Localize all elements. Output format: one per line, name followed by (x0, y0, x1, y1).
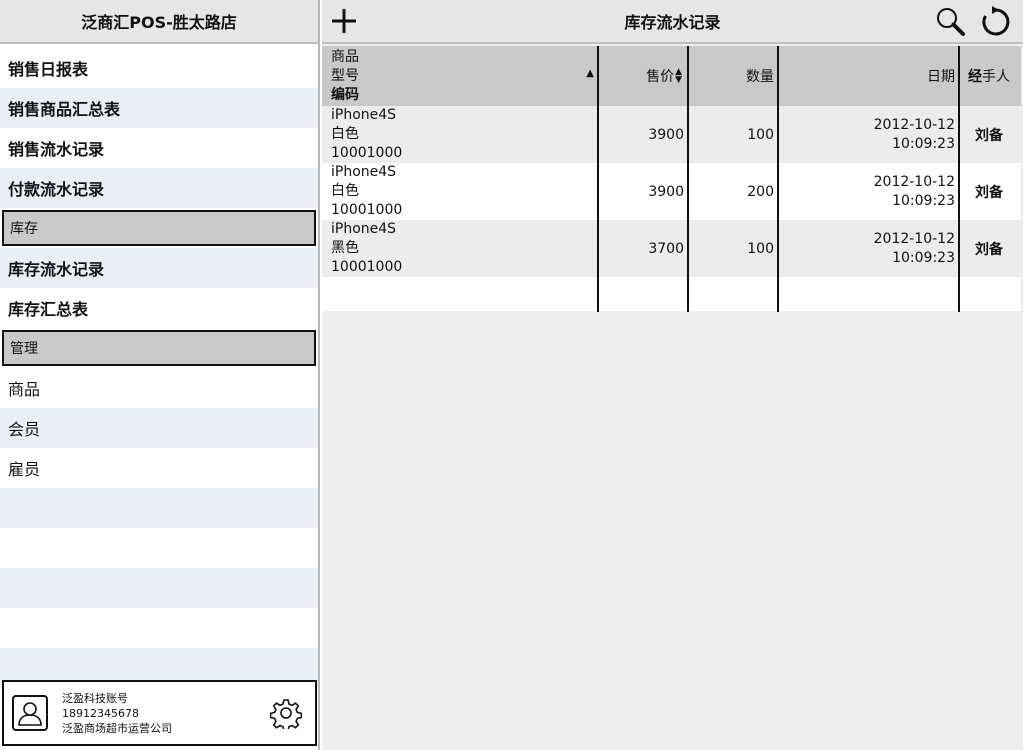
column-divider (777, 46, 779, 312)
product-code: 10001000 (331, 145, 403, 161)
account-phone: 18912345678 (62, 706, 139, 720)
sidebar-item-label: 付款流水记录 (8, 180, 105, 199)
sidebar-item-label: 销售日报表 (8, 60, 89, 79)
search-icon (937, 8, 965, 36)
column-divider (597, 46, 599, 312)
handler-cell: 刘备 (975, 127, 1003, 144)
section-inventory: 库存 (2, 210, 316, 246)
sidebar-item-inventory-records[interactable]: 库存流水记录 (0, 248, 318, 288)
column-label: 日期 (927, 69, 955, 85)
column-date[interactable]: 日期 (778, 46, 959, 106)
top-bar: 库存流水记录 (322, 0, 1023, 44)
empty-row (322, 277, 1021, 311)
sidebar-item-label: 库存流水记录 (8, 260, 105, 279)
account-info: 泛盈科技账号 18912345678 泛盈商场超市运营公司 (62, 691, 269, 736)
sidebar-item-payment-records[interactable]: 付款流水记录 (0, 168, 318, 208)
product-name: iPhone4S (331, 107, 397, 123)
time-cell: 10:09:23 (892, 249, 955, 266)
column-product[interactable]: 商品 型号 编码 ▲ (322, 46, 598, 106)
sidebar-item-members[interactable]: 会员 (0, 408, 318, 448)
column-label: 编码 (331, 87, 359, 103)
quantity-cell: 100 (747, 240, 774, 257)
sidebar-item-sales-product-summary[interactable]: 销售商品汇总表 (0, 88, 318, 128)
sort-asc-icon: ▲ (586, 68, 594, 79)
sidebar-item-label: 销售流水记录 (8, 140, 105, 159)
gear-icon[interactable] (269, 696, 303, 730)
column-quantity[interactable]: 数量 (688, 46, 778, 106)
column-label: 商品 (331, 49, 359, 65)
empty-row (0, 568, 318, 608)
column-divider (958, 46, 960, 312)
column-label: 手人 (982, 69, 1010, 85)
account-company: 泛盈商场超市运营公司 (62, 721, 172, 735)
product-code: 10001000 (331, 259, 403, 275)
handler-cell: 刘备 (975, 184, 1003, 201)
main-panel: 库存流水记录 商品 型号 编码 ▲ 售价 ▲ ▼ 数量 日期 经 手人 iPho… (322, 0, 1023, 750)
page-title: 库存流水记录 (624, 13, 721, 32)
date-cell: 2012-10-12 (873, 173, 955, 190)
sidebar-item-label: 会员 (8, 420, 41, 439)
empty-row (0, 528, 318, 568)
column-label: 数量 (746, 69, 774, 85)
refresh-button[interactable] (979, 5, 1013, 39)
column-handler[interactable]: 经手人 (959, 46, 1019, 106)
sidebar: 泛商汇POS-胜太路店 销售日报表 销售商品汇总表 销售流水记录 付款流水记录 … (0, 0, 320, 750)
table-header: 商品 型号 编码 ▲ 售价 ▲ ▼ 数量 日期 经手人 (322, 46, 1021, 106)
account-panel[interactable]: 泛盈科技账号 18912345678 泛盈商场超市运营公司 (2, 680, 317, 746)
search-button[interactable] (935, 6, 967, 38)
sort-icon: ▲ ▼ (675, 67, 682, 85)
product-name: iPhone4S (331, 221, 397, 237)
empty-row (0, 608, 318, 648)
sidebar-item-sales-daily-report[interactable]: 销售日报表 (0, 48, 318, 88)
sidebar-item-sales-records[interactable]: 销售流水记录 (0, 128, 318, 168)
table-row[interactable]: iPhone4S 白色 10001000 3900 200 2012-10-12… (322, 163, 1021, 220)
section-manage: 管理 (2, 330, 316, 366)
sidebar-item-label: 商品 (8, 380, 41, 399)
sidebar-item-label: 雇员 (8, 460, 41, 479)
product-color: 黑色 (331, 240, 359, 256)
date-cell: 2012-10-12 (873, 116, 955, 133)
account-name: 泛盈科技账号 (62, 691, 128, 705)
product-code: 10001000 (331, 202, 403, 218)
inventory-table: 商品 型号 编码 ▲ 售价 ▲ ▼ 数量 日期 经手人 iPhone4S 白色 … (322, 46, 1021, 311)
column-label: 售价 (646, 69, 675, 85)
sidebar-item-label: 销售商品汇总表 (8, 100, 121, 119)
quantity-cell: 200 (747, 183, 774, 200)
table-row[interactable]: iPhone4S 白色 10001000 3900 100 2012-10-12… (322, 106, 1021, 163)
table-row[interactable]: iPhone4S 黑色 10001000 3700 100 2012-10-12… (322, 220, 1021, 277)
sidebar-item-employees[interactable]: 雇员 (0, 448, 318, 488)
quantity-cell: 100 (747, 126, 774, 143)
add-button[interactable] (330, 6, 358, 36)
user-icon (12, 695, 48, 731)
price-cell: 3900 (648, 183, 684, 200)
sidebar-item-inventory-summary[interactable]: 库存汇总表 (0, 288, 318, 328)
column-divider (687, 46, 689, 312)
time-cell: 10:09:23 (892, 192, 955, 209)
price-cell: 3900 (648, 126, 684, 143)
empty-row (0, 488, 318, 528)
product-name: iPhone4S (331, 164, 397, 180)
plus-icon (332, 9, 356, 33)
product-color: 白色 (331, 183, 359, 199)
store-title: 泛商汇POS-胜太路店 (0, 0, 318, 44)
product-color: 白色 (331, 126, 359, 142)
price-cell: 3700 (648, 240, 684, 257)
handler-cell: 刘备 (975, 241, 1003, 258)
refresh-icon (982, 6, 1010, 36)
date-cell: 2012-10-12 (873, 230, 955, 247)
time-cell: 10:09:23 (892, 135, 955, 152)
sidebar-item-products[interactable]: 商品 (0, 368, 318, 408)
sidebar-item-label: 库存汇总表 (8, 300, 89, 319)
column-label: 型号 (331, 68, 359, 84)
column-label: 经 (968, 69, 982, 85)
sidebar-nav: 销售日报表 销售商品汇总表 销售流水记录 付款流水记录 库存 库存流水记录 库存… (0, 48, 318, 688)
column-price[interactable]: 售价 ▲ ▼ (598, 46, 688, 106)
